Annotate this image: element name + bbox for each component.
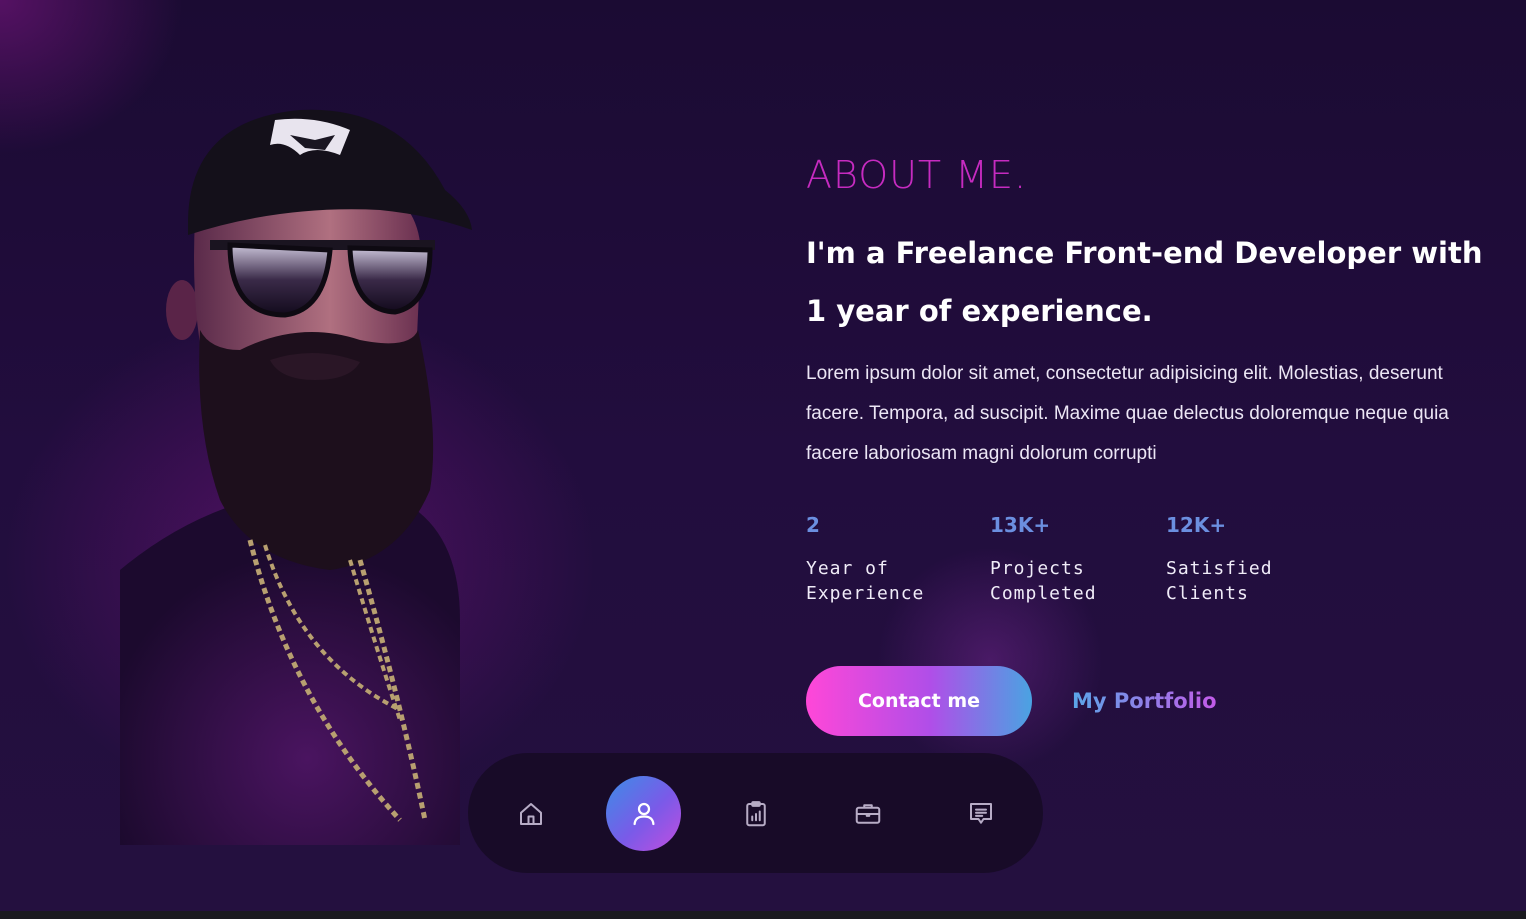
profile-photo [100, 100, 520, 850]
stat-label: Projects Completed [990, 558, 1097, 604]
nav-portfolio[interactable] [830, 776, 905, 851]
nav-resume[interactable] [718, 776, 793, 851]
stat-projects: 13K+ Projects Completed [990, 512, 1166, 606]
stat-experience: 2 Year of Experience [806, 512, 990, 606]
about-title: ABOUT ME. [806, 153, 1028, 197]
stat-clients: 12K+ Satisfied Clients [1166, 512, 1350, 606]
stat-value: 13K+ [990, 513, 1051, 537]
stats-row: 2 Year of Experience 13K+ Projects Compl… [806, 512, 1496, 606]
stat-value: 12K+ [1166, 513, 1227, 537]
stat-label: Year of Experience [806, 558, 925, 604]
nav-home[interactable] [493, 776, 568, 851]
headline: I'm a Freelance Front-end Developer with… [806, 236, 1483, 328]
message-icon [969, 802, 992, 824]
user-icon [633, 802, 654, 825]
bottom-strip [0, 911, 1526, 919]
action-row: Contact me My Portfolio [806, 666, 1496, 736]
my-portfolio-link[interactable]: My Portfolio [1072, 689, 1217, 713]
clipboard-chart-icon [745, 800, 766, 826]
bottom-nav [468, 753, 1043, 873]
home-icon [519, 802, 542, 825]
about-description: Lorem ipsum dolor sit amet, consectetur … [806, 363, 1449, 464]
nav-contact[interactable] [943, 776, 1018, 851]
about-section: ABOUT ME. I'm a Freelance Front-end Deve… [806, 150, 1496, 736]
contact-me-button[interactable]: Contact me [806, 666, 1032, 736]
stat-value: 2 [806, 513, 820, 537]
briefcase-icon [855, 803, 880, 824]
stat-label: Satisfied Clients [1166, 558, 1273, 604]
nav-about[interactable] [606, 776, 681, 851]
